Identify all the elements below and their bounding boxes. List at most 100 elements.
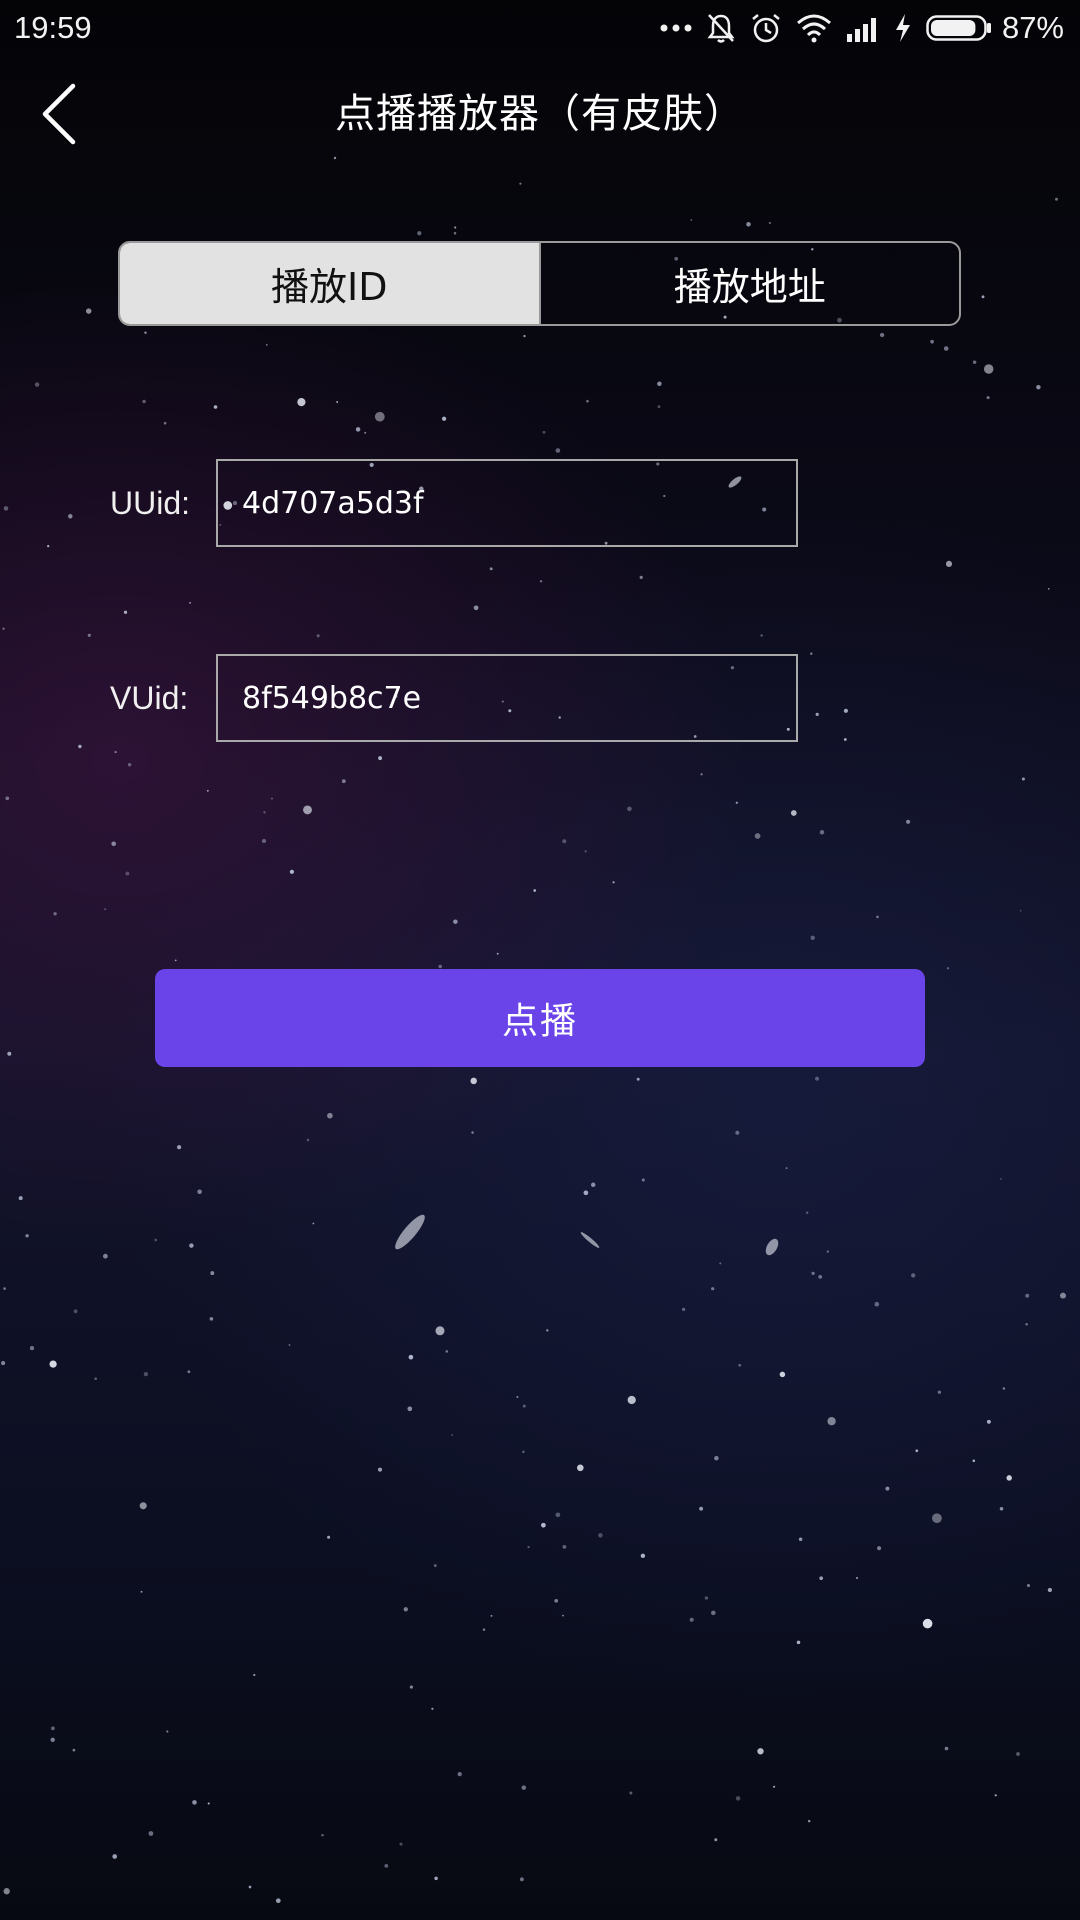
star bbox=[1026, 1583, 1031, 1588]
uuid-row: UUid: bbox=[0, 459, 1080, 547]
star bbox=[937, 1390, 941, 1394]
star bbox=[521, 1785, 527, 1790]
star bbox=[945, 560, 953, 567]
status-icons: 87% bbox=[646, 8, 1064, 48]
star bbox=[640, 1553, 646, 1559]
star bbox=[879, 332, 885, 338]
wifi-icon bbox=[796, 14, 831, 43]
star bbox=[636, 1077, 640, 1081]
star bbox=[163, 421, 167, 425]
star bbox=[986, 1419, 991, 1424]
star bbox=[1016, 1752, 1020, 1756]
star bbox=[306, 1138, 310, 1142]
star bbox=[3, 1888, 10, 1895]
screen: 19:59 87% 点播播放器（有皮肤） 播放ID 播放地址 UUid: 4d7… bbox=[0, 0, 1080, 1920]
star bbox=[297, 397, 306, 407]
status-time: 19:59 bbox=[14, 10, 92, 45]
star bbox=[562, 1614, 564, 1617]
star bbox=[807, 1819, 811, 1823]
chevron-left-icon bbox=[42, 83, 76, 145]
star bbox=[519, 1877, 524, 1882]
star bbox=[433, 1564, 437, 1568]
star bbox=[187, 1370, 191, 1374]
star bbox=[806, 1211, 809, 1214]
star bbox=[516, 1396, 519, 1398]
star bbox=[1047, 1587, 1053, 1593]
star bbox=[207, 1802, 210, 1805]
star bbox=[377, 1467, 383, 1472]
star bbox=[3, 1287, 6, 1290]
star bbox=[321, 1833, 324, 1837]
star bbox=[885, 1486, 890, 1491]
star bbox=[114, 751, 117, 754]
star bbox=[1047, 587, 1050, 590]
star bbox=[441, 416, 447, 421]
star bbox=[981, 295, 985, 299]
star bbox=[111, 841, 117, 847]
back-button[interactable] bbox=[24, 74, 94, 154]
star bbox=[555, 448, 561, 453]
star bbox=[417, 231, 422, 236]
star bbox=[943, 346, 949, 351]
star bbox=[533, 889, 537, 892]
star bbox=[53, 912, 57, 916]
star bbox=[166, 1730, 169, 1733]
star bbox=[445, 1350, 449, 1353]
star bbox=[454, 226, 457, 229]
star bbox=[399, 1842, 403, 1846]
star bbox=[457, 1771, 462, 1777]
star bbox=[140, 1590, 143, 1593]
star bbox=[1006, 1475, 1012, 1481]
star bbox=[714, 1455, 719, 1461]
star bbox=[972, 360, 977, 364]
star bbox=[590, 1182, 596, 1188]
star bbox=[473, 605, 479, 611]
star bbox=[627, 806, 632, 812]
star bbox=[409, 1685, 413, 1689]
star bbox=[704, 1596, 709, 1600]
star bbox=[73, 1309, 78, 1314]
star bbox=[209, 1317, 214, 1321]
star bbox=[482, 1628, 486, 1631]
play-button[interactable]: 点播 bbox=[155, 969, 925, 1067]
star bbox=[972, 1459, 976, 1463]
star bbox=[490, 1614, 493, 1617]
star bbox=[434, 1876, 438, 1881]
star bbox=[876, 915, 879, 919]
tab-play-id[interactable]: 播放ID bbox=[120, 243, 539, 324]
star bbox=[189, 1243, 194, 1248]
star bbox=[539, 579, 543, 583]
star bbox=[856, 1577, 858, 1579]
star bbox=[639, 575, 643, 580]
star bbox=[263, 811, 266, 814]
star bbox=[826, 1250, 830, 1253]
star bbox=[754, 833, 761, 839]
tab-play-url[interactable]: 播放地址 bbox=[538, 243, 960, 324]
star bbox=[1021, 777, 1025, 781]
star bbox=[49, 1360, 57, 1368]
star bbox=[874, 1301, 880, 1307]
star bbox=[689, 1617, 694, 1622]
star bbox=[562, 839, 567, 844]
battery-icon bbox=[926, 15, 991, 41]
uuid-input[interactable] bbox=[216, 459, 798, 547]
star bbox=[144, 331, 147, 334]
star bbox=[1000, 1177, 1002, 1180]
star bbox=[811, 1271, 815, 1276]
star bbox=[85, 308, 92, 314]
star bbox=[248, 1885, 252, 1889]
star bbox=[143, 1371, 149, 1377]
alarm-clock-icon bbox=[752, 14, 780, 43]
page-title: 点播播放器（有皮肤） bbox=[335, 91, 745, 137]
star bbox=[768, 221, 771, 225]
star bbox=[407, 1406, 413, 1412]
star bbox=[681, 1307, 686, 1312]
vuid-input[interactable] bbox=[216, 654, 798, 742]
star bbox=[403, 1607, 408, 1612]
star bbox=[629, 1791, 633, 1795]
star bbox=[261, 838, 267, 844]
star bbox=[1, 1361, 6, 1366]
star bbox=[378, 756, 383, 761]
star bbox=[583, 1190, 589, 1196]
star bbox=[554, 1598, 559, 1603]
